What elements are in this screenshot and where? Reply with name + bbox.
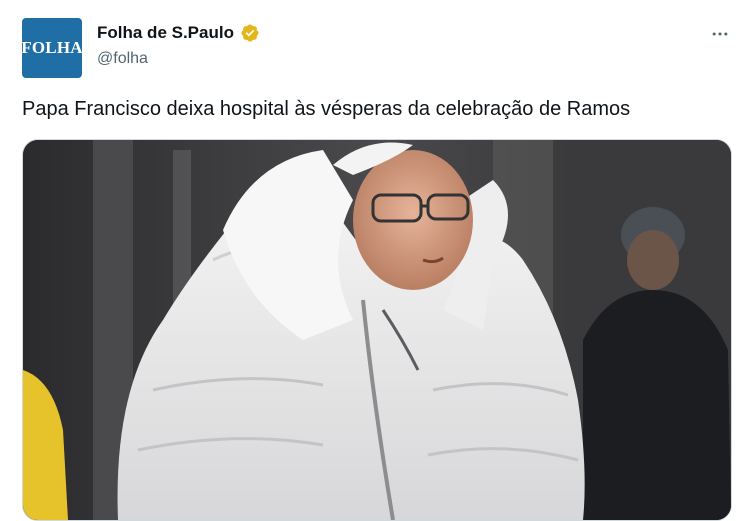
author-handle[interactable]: @folha <box>97 50 148 68</box>
tweet-photo[interactable] <box>22 139 732 521</box>
avatar-logo-text: FOLHA <box>21 38 83 57</box>
more-horizontal-icon <box>712 32 728 36</box>
more-options-button[interactable] <box>708 22 732 46</box>
tweet[interactable]: FOLHA Folha de S.Paulo @folha Papa Franc… <box>0 0 752 521</box>
photo-illustration <box>23 140 731 520</box>
verified-badge-icon <box>241 24 259 42</box>
author-name: Folha de S.Paulo <box>97 23 234 42</box>
author-avatar[interactable]: FOLHA <box>21 18 83 78</box>
tweet-text: Papa Francisco deixa hospital às véspera… <box>22 98 631 120</box>
author-name-link[interactable]: Folha de S.Paulo <box>97 23 260 43</box>
